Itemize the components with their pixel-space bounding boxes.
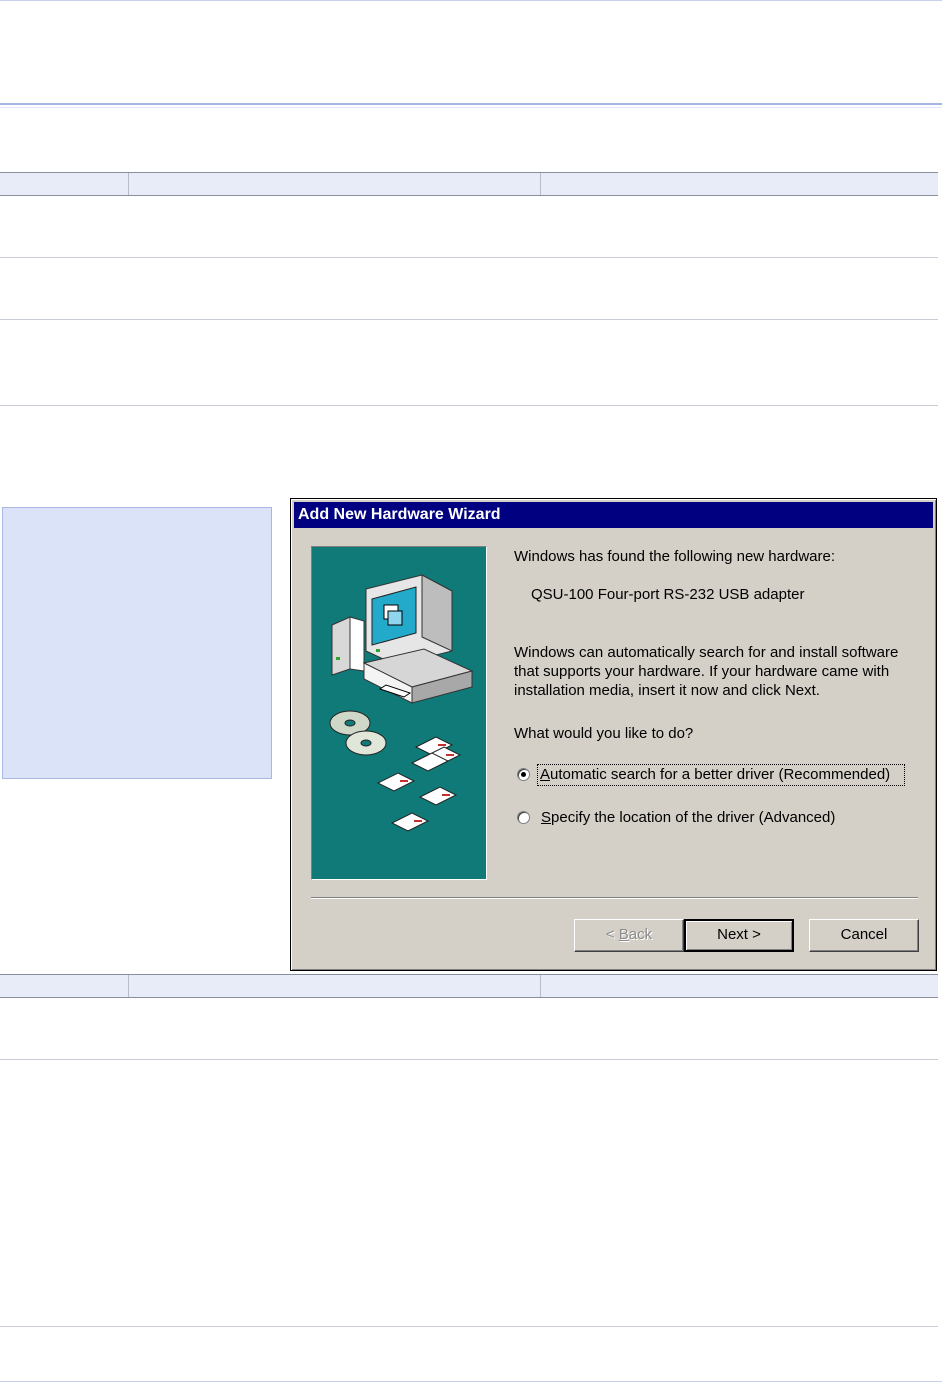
device-name-text: QSU-100 Four-port RS-232 USB adapter xyxy=(531,586,805,603)
radio-specify-location-label: Specify the location of the driver (Adva… xyxy=(541,809,836,826)
floppy-disks-icon xyxy=(376,736,462,832)
computer-and-disks-icon xyxy=(329,574,474,832)
radio-button-selected[interactable] xyxy=(517,768,530,781)
radio-automatic-search[interactable]: Automatic search for a better driver (Re… xyxy=(515,764,905,786)
add-new-hardware-wizard-dialog: Add New Hardware Wizard Windows has foun… xyxy=(290,498,937,971)
column-divider xyxy=(540,975,541,997)
dialog-separator xyxy=(311,897,918,899)
column-divider xyxy=(540,173,541,195)
top-border-line xyxy=(0,0,942,1)
table-row-divider xyxy=(0,319,938,320)
header-rule-thin xyxy=(0,107,942,108)
next-button[interactable]: Next > xyxy=(684,919,794,952)
info-text-line2: that supports your hardware. If your har… xyxy=(514,663,890,680)
monitor-icon xyxy=(365,574,453,666)
table-row-divider xyxy=(0,257,938,258)
header-rule xyxy=(0,103,942,105)
question-text: What would you like to do? xyxy=(514,725,694,742)
radio-button-unselected[interactable] xyxy=(517,811,530,824)
found-hardware-text: Windows has found the following new hard… xyxy=(514,548,836,565)
table-row-divider xyxy=(0,1059,938,1060)
radio-automatic-search-label: Automatic search for a better driver (Re… xyxy=(540,766,891,783)
table-row-divider xyxy=(0,405,938,406)
footer-rule xyxy=(0,1381,942,1382)
info-text-line3: installation media, insert it now and cl… xyxy=(514,682,820,699)
radio-specify-location[interactable]: Specify the location of the driver (Adva… xyxy=(515,808,875,828)
note-box xyxy=(2,507,272,779)
column-divider xyxy=(128,975,129,997)
table-header-row xyxy=(0,172,938,196)
column-divider xyxy=(128,173,129,195)
back-button[interactable]: < Back xyxy=(574,919,684,952)
cancel-button[interactable]: Cancel xyxy=(809,919,919,952)
dialog-title: Add New Hardware Wizard xyxy=(298,506,501,523)
wizard-artwork xyxy=(311,546,487,880)
cd-discs-icon xyxy=(329,710,387,756)
dialog-title-bar[interactable]: Add New Hardware Wizard xyxy=(294,502,933,528)
table-header-row xyxy=(0,974,938,998)
pc-tower-icon xyxy=(331,616,365,676)
table-row-divider xyxy=(0,1326,938,1327)
info-text-line1: Windows can automatically search for and… xyxy=(514,644,899,661)
